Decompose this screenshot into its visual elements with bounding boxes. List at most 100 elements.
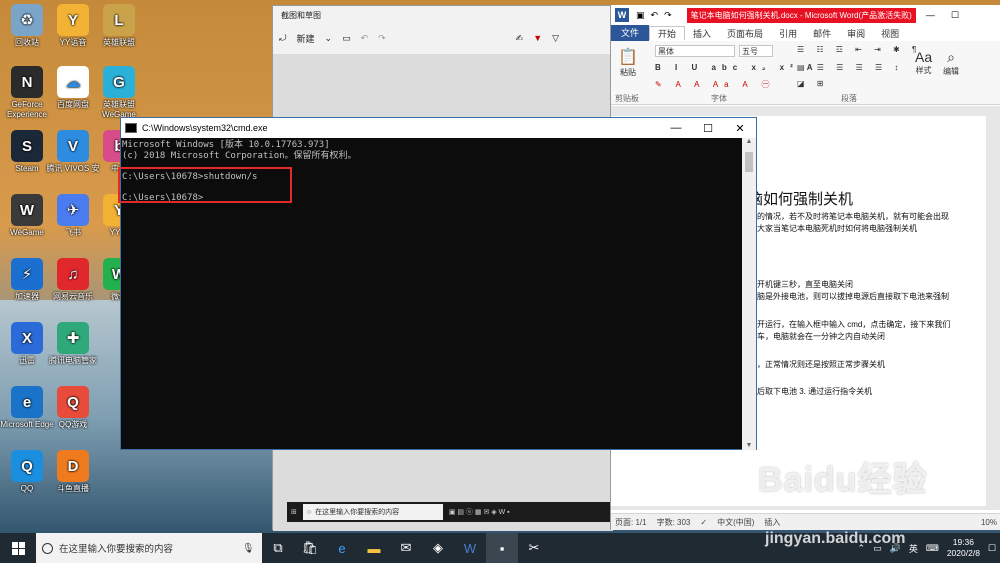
mini-search: ○ 在这里输入你要搜索的内容 bbox=[302, 504, 443, 520]
undo-icon[interactable]: ↶ bbox=[361, 33, 369, 44]
ribbon-tab[interactable]: 引用 bbox=[771, 27, 805, 40]
vivos-icon: V bbox=[57, 130, 89, 162]
status-zoom[interactable]: 10% bbox=[981, 518, 997, 527]
ribbon-tab[interactable]: 审阅 bbox=[839, 27, 873, 40]
mail-icon[interactable]: ✉ bbox=[390, 533, 422, 563]
font-size-select[interactable]: 五号 bbox=[739, 45, 773, 57]
windows-icon bbox=[11, 541, 25, 555]
styles-button[interactable]: Aa 样式 bbox=[915, 49, 932, 76]
desktop-icon[interactable]: ✚ 腾讯电脑管家 bbox=[46, 322, 100, 366]
status-words[interactable]: 字数: 303 bbox=[657, 517, 691, 528]
clock[interactable]: 19:36 2020/2/8 bbox=[947, 537, 980, 559]
redo-icon[interactable]: ↷ bbox=[378, 33, 386, 44]
doc-line: 回车，电脑就会在一分钟之内自动关闭 bbox=[749, 332, 885, 341]
snip-toolbar: ⤾ 新建 ⌄ ▭ ↶ ↷ ✍ ▼ ▽ bbox=[273, 24, 611, 52]
word-logo-icon: W bbox=[615, 8, 629, 22]
microphone-icon[interactable]: 🎙 bbox=[242, 543, 254, 554]
paragraph-list-buttons[interactable]: ☰ ☷ ☲ ⇤ ⇥ ✱ ¶ bbox=[797, 45, 921, 54]
save-icon[interactable]: ▣ bbox=[636, 10, 645, 21]
minimize-button[interactable]: — bbox=[926, 10, 935, 20]
file-explorer-icon[interactable]: ▬ bbox=[358, 533, 390, 563]
desktop-icon[interactable]: L 英雄联盟 bbox=[92, 4, 146, 48]
cmd-title: C:\Windows\system32\cmd.exe bbox=[142, 123, 268, 133]
group-clipboard: 剪贴板 bbox=[615, 94, 639, 103]
store-icon[interactable]: 🛍 bbox=[294, 533, 326, 563]
xunlei-icon: X bbox=[11, 322, 43, 354]
command-highlight-box bbox=[118, 167, 292, 203]
maximize-button[interactable]: ☐ bbox=[951, 10, 959, 21]
recycle-bin-icon: ♻ bbox=[11, 4, 43, 36]
baidu-watermark: Baidu经验 bbox=[758, 461, 928, 499]
ribbon-tab[interactable]: 插入 bbox=[685, 27, 719, 40]
font-color-buttons[interactable]: ✎ A A Aa A ㊀ bbox=[655, 79, 776, 90]
close-button[interactable]: ✕ bbox=[724, 122, 756, 135]
lol-icon: L bbox=[103, 4, 135, 36]
yy-icon: Y bbox=[57, 4, 89, 36]
ribbon-tab[interactable]: 邮件 bbox=[805, 27, 839, 40]
editing-icon: ⌕ bbox=[947, 49, 955, 65]
keyboard-icon[interactable]: ⌨ bbox=[926, 543, 939, 554]
status-language[interactable]: 中文(中国) bbox=[717, 517, 754, 528]
folder-icon[interactable]: ▭ bbox=[342, 33, 351, 44]
cmd-titlebar: C:\Windows\system32\cmd.exe — ☐ ✕ bbox=[121, 118, 756, 138]
mini-search-text: 在这里输入你要搜索的内容 bbox=[315, 509, 400, 516]
touch-write-icon[interactable]: ✍ bbox=[516, 33, 524, 44]
ribbon-tab[interactable]: 页面布局 bbox=[719, 27, 771, 40]
paragraph-align-buttons[interactable]: ▤ ☰ ☰ ☰ ☰ ↕ bbox=[797, 63, 903, 72]
desktop: ♻ 回收站 N GeForce Experience S Steam W WeGame ⚡ 加速器… bbox=[0, 0, 1000, 533]
mini-windows-icon: ⊞ bbox=[291, 509, 297, 516]
maximize-button[interactable]: ☐ bbox=[692, 122, 724, 135]
baidu-pan-icon: ☁ bbox=[57, 66, 89, 98]
new-snip-icon[interactable]: ⤾ bbox=[279, 33, 287, 44]
cmd-taskbar-icon[interactable]: ▪ bbox=[486, 533, 518, 563]
cmd-scrollbar[interactable]: ▲ ▼ bbox=[742, 138, 756, 450]
undo-icon[interactable]: ↶ bbox=[651, 10, 659, 21]
editing-button[interactable]: ⌕ 编辑 bbox=[943, 49, 959, 77]
snip-taskbar-icon[interactable]: ✂ bbox=[518, 533, 550, 563]
minimize-button[interactable]: — bbox=[660, 122, 692, 135]
font-name-select[interactable]: 黑体 bbox=[655, 45, 735, 57]
desktop-icon-label: 腾讯电脑管家 bbox=[49, 356, 97, 365]
word-icon[interactable]: W bbox=[454, 533, 486, 563]
taskbar-search[interactable]: 在这里输入你要搜索的内容 🎙 bbox=[36, 533, 262, 563]
word-status-bar: 页面: 1/1 字数: 303 ✓ 中文(中国) 插入 10% bbox=[611, 513, 1000, 530]
desktop-icon[interactable]: D 斗鱼直播 bbox=[46, 450, 100, 494]
cortana-icon bbox=[42, 542, 53, 554]
chevron-down-icon[interactable]: ⌄ bbox=[325, 33, 333, 44]
edge-icon[interactable]: e bbox=[326, 533, 358, 563]
snip-title: 截图和草图 bbox=[281, 11, 321, 20]
group-paragraph: 段落 bbox=[841, 94, 857, 103]
ribbon-tab[interactable]: 文件 bbox=[611, 25, 650, 41]
paste-button[interactable]: 📋 粘贴 bbox=[615, 47, 641, 78]
console-line: Microsoft Windows [版本 10.0.17763.973] bbox=[122, 140, 330, 150]
douyu-icon: D bbox=[57, 450, 89, 482]
start-button[interactable] bbox=[0, 533, 36, 563]
desktop-icon[interactable]: G 英雄联盟WeGame bbox=[92, 66, 146, 120]
pen-icon[interactable]: ▼ bbox=[533, 33, 542, 43]
status-page[interactable]: 页面: 1/1 bbox=[615, 517, 647, 528]
paragraph-border-buttons[interactable]: ◪ ⊞ bbox=[797, 79, 828, 88]
mini-app-icon: ▣ ▤ ⓔ ▦ ✉ ◈ W ▪ bbox=[448, 509, 510, 516]
proofing-icon[interactable]: ✓ bbox=[700, 518, 707, 527]
status-mode[interactable]: 插入 bbox=[764, 517, 780, 528]
task-view-icon[interactable]: ⧉ bbox=[262, 533, 294, 563]
action-center-icon[interactable]: ☐ bbox=[988, 543, 996, 554]
console-line: (c) 2018 Microsoft Corporation。保留所有权利。 bbox=[122, 150, 357, 161]
desktop-icon[interactable]: Q QQ游戏 bbox=[46, 386, 100, 430]
scroll-down-icon[interactable]: ▼ bbox=[742, 442, 756, 449]
document-title: 笔记本电脑如何强制关机.docx - Microsoft Word(产品激活失败… bbox=[686, 7, 916, 23]
ime-indicator[interactable]: 英 bbox=[909, 542, 918, 555]
ribbon-tab[interactable]: 开始 bbox=[649, 26, 686, 40]
scroll-thumb[interactable] bbox=[745, 152, 753, 172]
redo-icon[interactable]: ↷ bbox=[664, 10, 672, 21]
clock-time: 19:36 bbox=[952, 537, 975, 547]
app-icon[interactable]: ◈ bbox=[422, 533, 454, 563]
feishu-icon: ✈ bbox=[57, 194, 89, 226]
scroll-up-icon[interactable]: ▲ bbox=[742, 138, 756, 145]
font-format-buttons[interactable]: B I U abc x₂ x² A bbox=[655, 63, 819, 72]
ribbon-tab[interactable]: 视图 bbox=[873, 27, 907, 40]
pencil-icon[interactable]: ▽ bbox=[552, 33, 559, 44]
desktop-icon-label: 英雄联盟 bbox=[103, 38, 135, 47]
new-snip-button[interactable]: 新建 bbox=[297, 32, 315, 45]
accelerator-icon: ⚡ bbox=[11, 258, 43, 290]
